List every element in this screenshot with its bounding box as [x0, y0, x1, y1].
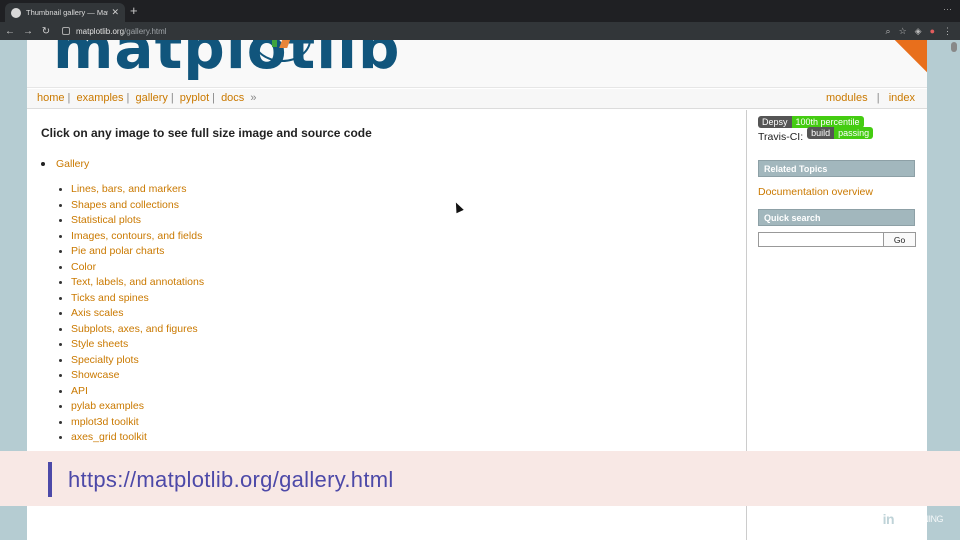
quick-search-form: Go — [758, 232, 916, 247]
browser-tab-bar: Thumbnail gallery — Matplotl… ✕ + ⋯ — [0, 0, 960, 22]
section-link[interactable]: Specialty plots — [71, 354, 139, 366]
section-link[interactable]: Text, labels, and annotations — [71, 276, 204, 288]
overlay-url-text: https://matplotlib.org/gallery.html — [68, 467, 394, 492]
matplotlib-logo[interactable]: matplotlib — [53, 40, 401, 82]
extension-pin-icon[interactable]: ● — [930, 26, 935, 37]
site-header: matplotlib — [27, 40, 927, 88]
linkedin-in-icon: in — [880, 511, 897, 527]
related-topics-heading: Related Topics — [758, 160, 915, 177]
back-icon[interactable]: ← — [2, 26, 18, 37]
toolbar-icons: ⌕ ☆ ◈ ● ⋮ — [886, 26, 952, 37]
search-go-button[interactable]: Go — [884, 232, 916, 247]
github-ribbon[interactable] — [887, 40, 927, 74]
tab-title: Thumbnail gallery — Matplotl… — [26, 8, 108, 17]
gallery-link[interactable]: Gallery — [56, 158, 89, 170]
travis-label: Travis-CI: — [758, 131, 804, 143]
reload-icon[interactable]: ↻ — [38, 26, 54, 37]
related-nav-bar: home | examples | gallery | pyplot | docs » … — [27, 89, 927, 109]
nav-link-pyplot[interactable]: pyplot — [180, 92, 209, 104]
nav-left: home | examples | gallery | pyplot | docs » — [37, 92, 260, 104]
section-link[interactable]: API — [71, 385, 88, 397]
page-heading: Click on any image to see full size imag… — [41, 126, 372, 140]
url-overlay-banner: https://matplotlib.org/gallery.html — [0, 451, 960, 506]
matplotlib-favicon-icon — [11, 7, 21, 18]
nav-separator: | — [126, 92, 130, 104]
scrollbar-thumb[interactable] — [951, 42, 957, 52]
section-link[interactable]: Color — [71, 261, 96, 273]
window-menu-icon[interactable]: ⋯ — [943, 4, 952, 15]
search-input[interactable] — [758, 232, 884, 247]
section-link[interactable]: Subplots, axes, and figures — [71, 323, 198, 335]
quick-search-heading: Quick search — [758, 209, 915, 226]
overlay-accent-bar — [48, 462, 52, 497]
nav-separator: | — [67, 92, 71, 104]
section-link[interactable]: Shapes and collections — [71, 199, 179, 211]
nav-right: modules | index — [826, 92, 915, 104]
lock-icon — [62, 27, 70, 35]
forward-icon[interactable]: → — [20, 26, 36, 37]
nav-separator: | — [212, 92, 215, 104]
bookmark-star-icon[interactable]: ☆ — [899, 26, 907, 37]
bullet-icon — [41, 162, 45, 166]
tab-close-icon[interactable]: ✕ — [111, 7, 119, 18]
section-link[interactable]: Showcase — [71, 369, 119, 381]
section-link[interactable]: mplot3d toolkit — [71, 416, 139, 428]
section-link[interactable]: Statistical plots — [71, 214, 141, 226]
travis-ci-row: Travis-CI: build passing — [758, 127, 874, 143]
logo-wedge-icon — [272, 40, 277, 47]
section-link[interactable]: Axis scales — [71, 307, 124, 319]
watermark-learning: LEARNING — [901, 514, 944, 524]
section-link[interactable]: Lines, bars, and markers — [71, 183, 187, 195]
section-link[interactable]: Style sheets — [71, 338, 128, 350]
nav-link-index[interactable]: index — [889, 92, 915, 104]
documentation-overview-link[interactable]: Documentation overview — [758, 186, 873, 198]
breadcrumb-trail: » — [250, 92, 257, 104]
browser-toolbar: ← → ↻ matplotlib.org/gallery.html ⌕ ☆ ◈ … — [0, 22, 960, 40]
section-link[interactable]: pylab examples — [71, 400, 144, 412]
depsy-badge-label: Depsy — [758, 116, 792, 128]
browser-tab[interactable]: Thumbnail gallery — Matplotl… ✕ — [5, 3, 125, 22]
build-badge-label: build — [807, 127, 835, 139]
extension-shield-icon[interactable]: ◈ — [915, 26, 922, 37]
build-status-badge[interactable]: build passing — [807, 127, 874, 139]
linkedin-learning-watermark: Linked in LEARNING — [830, 510, 944, 528]
section-link[interactable]: axes_grid toolkit — [71, 431, 147, 443]
watermark-text: Linked — [830, 510, 879, 527]
nav-link-docs[interactable]: docs — [221, 92, 244, 104]
nav-link-gallery[interactable]: gallery — [135, 92, 167, 104]
nav-link-home[interactable]: home — [37, 92, 65, 104]
address-bar[interactable]: matplotlib.org/gallery.html — [62, 24, 886, 38]
nav-link-modules[interactable]: modules — [826, 92, 868, 104]
nav-separator: | — [873, 92, 883, 104]
url-domain: matplotlib.org — [76, 26, 125, 36]
section-link[interactable]: Images, contours, and fields — [71, 230, 202, 242]
browser-menu-icon[interactable]: ⋮ — [943, 26, 952, 37]
section-link[interactable]: Ticks and spines — [71, 292, 149, 304]
nav-separator: | — [170, 92, 174, 104]
build-badge-value: passing — [834, 127, 874, 139]
url-path: /gallery.html — [124, 26, 167, 36]
address-url[interactable]: matplotlib.org/gallery.html — [76, 27, 167, 36]
nav-link-examples[interactable]: examples — [76, 92, 123, 104]
new-tab-button[interactable]: + — [130, 3, 138, 19]
section-link[interactable]: Pie and polar charts — [71, 245, 164, 257]
zoom-icon[interactable]: ⌕ — [886, 26, 891, 37]
